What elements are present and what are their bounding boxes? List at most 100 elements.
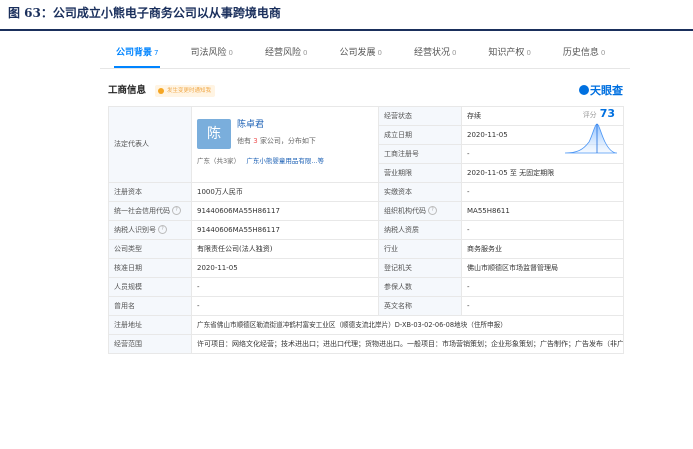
- table-row: 经营范围 许可项目：网络文化经营；技术进出口；进出口代理；货物进出口。一般项目：…: [108, 334, 624, 354]
- tab-count: 0: [302, 49, 308, 57]
- legal-rep-locations: 广东（共3家） 广东小熊婴童用品有限...等: [197, 156, 324, 167]
- table-row: 曾用名 - 英文名称 -: [108, 296, 624, 316]
- field-value: 2020-11-05 至 无固定期限: [461, 163, 624, 183]
- field-value: 91440606MA55H86117: [191, 201, 379, 221]
- field-label: 英文名称: [378, 296, 462, 316]
- tab-operating-risk[interactable]: 经营风险 0: [263, 38, 309, 68]
- tianyancha-logo-icon: [579, 85, 589, 95]
- tab-intellectual-property[interactable]: 知识产权 0: [486, 38, 532, 68]
- score-distribution-chart: [565, 123, 617, 154]
- table-row: 公司类型 有限责任公司(法人独资) 行业 商务服务业: [108, 239, 624, 259]
- label-text: 纳税人识别号: [114, 225, 156, 234]
- tab-label: 公司背景: [116, 48, 153, 58]
- tab-label: 司法风险: [190, 48, 227, 58]
- change-notify-label: 发生变更时通知我: [167, 88, 212, 94]
- field-label: 注册资本: [108, 182, 192, 202]
- help-icon[interactable]: ?: [158, 225, 167, 234]
- section-header: 工商信息 发生变更时通知我 天眼查: [108, 83, 623, 99]
- location-company-link[interactable]: 广东小熊婴童用品有限...等: [246, 157, 324, 165]
- established-date: 2020-11-05: [467, 130, 508, 139]
- field-label: 经营范围: [108, 334, 192, 354]
- table-row: 纳税人识别号? 91440606MA55H86117 纳税人资质 -: [108, 220, 624, 240]
- tab-count: 0: [377, 49, 382, 57]
- status-value: 存续: [467, 111, 481, 120]
- legal-rep-companies: 他有 3 家公司，分布如下: [237, 136, 316, 147]
- score-label: 评分 73: [583, 108, 615, 121]
- tab-company-development[interactable]: 公司发展 0: [337, 38, 383, 68]
- field-label: 公司类型: [108, 239, 192, 259]
- location-region[interactable]: 广东（共3家）: [197, 157, 240, 165]
- field-label: 注册地址: [108, 315, 192, 335]
- tab-count: 0: [526, 49, 531, 57]
- companies-count: 3: [253, 136, 258, 145]
- field-label: 工商注册号: [378, 144, 462, 164]
- score-text: 评分: [582, 111, 597, 119]
- field-value: MA55H8611: [461, 201, 624, 221]
- legal-rep-name[interactable]: 陈卓君: [237, 120, 264, 131]
- tab-count: 0: [600, 49, 606, 57]
- tab-label: 历史信息: [562, 48, 599, 58]
- score-curve: [565, 123, 617, 154]
- field-value: 2020-11-05: [191, 258, 379, 278]
- field-label: 纳税人资质: [378, 220, 462, 240]
- brand-logo: 天眼查: [579, 83, 623, 99]
- field-value: 2020-11-05: [461, 123, 624, 154]
- score-value: 73: [599, 107, 615, 120]
- table-row: 法定代表人 陈 陈卓君 他有 3 家公司，分布如下 广东（共3家） 广东小熊婴童…: [108, 106, 624, 183]
- field-value: 佛山市顺德区市场监督管理局: [461, 258, 624, 278]
- field-label: 纳税人识别号?: [108, 220, 192, 240]
- tab-history[interactable]: 历史信息 0: [561, 38, 607, 68]
- table-row: 统一社会信用代码? 91440606MA55H86117 组织机构代码? MA5…: [108, 201, 624, 221]
- figure-rule: [0, 29, 693, 31]
- field-label: 成立日期: [378, 125, 462, 145]
- tab-count: 0: [451, 49, 457, 57]
- help-icon[interactable]: ?: [428, 206, 437, 215]
- tab-company-background[interactable]: 公司背景 7: [114, 38, 161, 68]
- companies-prefix: 他有: [237, 136, 251, 145]
- table-row: 核准日期 2020-11-05 登记机关 佛山市顺德区市场监督管理局: [108, 258, 624, 278]
- field-value: -: [191, 296, 379, 316]
- bell-icon: [158, 88, 164, 94]
- field-label: 组织机构代码?: [378, 201, 462, 221]
- field-value: -: [461, 296, 624, 316]
- field-label: 经营状态: [378, 106, 462, 126]
- change-notify-button[interactable]: 发生变更时通知我: [155, 85, 216, 97]
- table-row: 人员规模 - 参保人数 -: [108, 277, 624, 297]
- field-label: 营业期限: [378, 163, 462, 183]
- registered-address: 广东省佛山市顺德区勒流街道冲鹤村富安工业区（顺德支流北岸片）D-XB-03-02…: [191, 315, 624, 335]
- field-label: 实缴资本: [378, 182, 462, 202]
- field-value: -: [461, 277, 624, 297]
- field-label: 行业: [378, 239, 462, 259]
- table-row: 注册地址 广东省佛山市顺德区勒流街道冲鹤村富安工业区（顺德支流北岸片）D-XB-…: [108, 315, 624, 335]
- tab-count: 0: [228, 49, 233, 57]
- tab-label: 知识产权: [488, 48, 525, 58]
- avatar[interactable]: 陈: [197, 118, 231, 149]
- legal-rep-card: 陈 陈卓君 他有 3 家公司，分布如下 广东（共3家） 广东小熊婴童用品有限..…: [197, 116, 373, 174]
- field-value: 1000万人民币: [191, 182, 379, 202]
- section-title: 工商信息: [108, 85, 147, 96]
- tab-label: 经营状况: [413, 48, 450, 58]
- label-text: 统一社会信用代码: [114, 206, 170, 215]
- field-value: -: [191, 277, 379, 297]
- field-label: 登记机关: [378, 258, 462, 278]
- field-value: -: [461, 220, 624, 240]
- field-value: 商务服务业: [461, 239, 624, 259]
- help-icon[interactable]: ?: [172, 206, 181, 215]
- field-label: 人员规模: [108, 277, 192, 297]
- field-value: -: [461, 182, 624, 202]
- field-value: 有限责任公司(法人独资): [191, 239, 379, 259]
- table-row: 注册资本 1000万人民币 实缴资本 -: [108, 182, 624, 202]
- tab-operating-status[interactable]: 经营状况 0: [412, 38, 458, 68]
- business-info-table: 法定代表人 陈 陈卓君 他有 3 家公司，分布如下 广东（共3家） 广东小熊婴童…: [108, 106, 624, 354]
- figure-title: 图 63：公司成立小熊电子商务公司以从事跨境电商: [8, 6, 281, 20]
- tab-label: 经营风险: [264, 48, 301, 58]
- tab-bar: 公司背景 7 司法风险 0 经营风险 0 公司发展 0 经营状况 0 知识产权 0 历史信息…: [100, 38, 630, 69]
- legal-rep-cell: 陈 陈卓君 他有 3 家公司，分布如下 广东（共3家） 广东小熊婴童用品有限..…: [191, 106, 379, 183]
- field-label: 参保人数: [378, 277, 462, 297]
- field-label: 曾用名: [108, 296, 192, 316]
- tab-judicial-risk[interactable]: 司法风险 0: [188, 38, 234, 68]
- business-scope: 许可项目：网络文化经营；技术进出口；进出口代理；货物进出口。一般项目：市场营销策…: [191, 334, 624, 354]
- tab-label: 公司发展: [339, 48, 376, 58]
- brand-name: 天眼查: [590, 84, 623, 97]
- legal-rep-label: 法定代表人: [108, 106, 192, 183]
